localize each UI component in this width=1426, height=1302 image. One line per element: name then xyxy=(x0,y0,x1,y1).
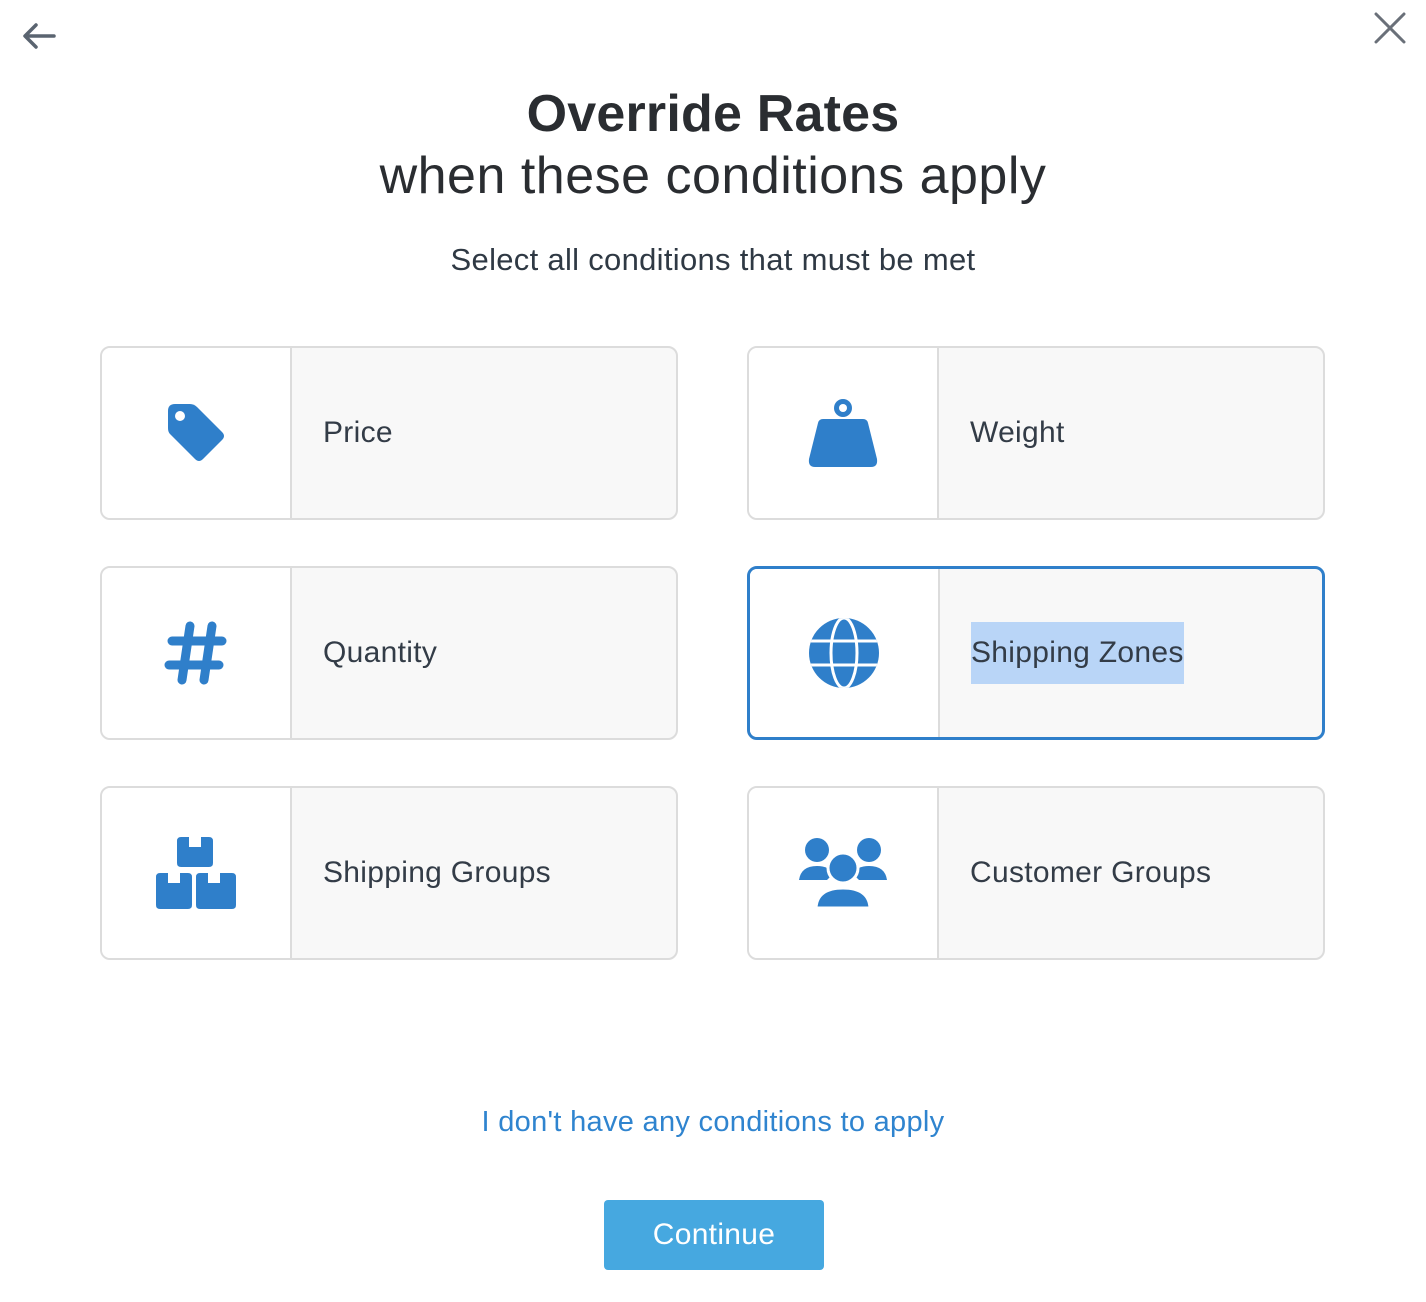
condition-card-shipping-groups[interactable]: Shipping Groups xyxy=(100,786,678,960)
card-label: Quantity xyxy=(323,636,438,669)
page-title: Override Rates xyxy=(526,85,900,143)
card-label: Shipping Groups xyxy=(323,856,551,889)
condition-card-weight[interactable]: Weight xyxy=(747,346,1325,520)
condition-card-price[interactable]: Price xyxy=(100,346,678,520)
card-icon-cell xyxy=(102,568,292,738)
close-button[interactable] xyxy=(1368,6,1412,50)
close-icon xyxy=(1374,12,1406,44)
condition-card-customer-groups[interactable]: Customer Groups xyxy=(747,786,1325,960)
card-label: Customer Groups xyxy=(970,856,1212,889)
card-label: Weight xyxy=(970,416,1065,449)
no-conditions-link[interactable]: I don't have any conditions to apply xyxy=(0,1106,1426,1139)
back-button[interactable] xyxy=(18,16,60,56)
weight-icon xyxy=(808,399,878,467)
condition-card-shipping-zones[interactable]: Shipping Zones xyxy=(747,566,1325,740)
users-icon xyxy=(799,838,887,910)
card-icon-cell xyxy=(749,788,939,958)
condition-card-quantity[interactable]: Quantity xyxy=(100,566,678,740)
instruction-text: Select all conditions that must be met xyxy=(450,242,976,277)
boxes-icon xyxy=(156,837,236,909)
hashtag-icon xyxy=(164,621,227,685)
card-icon-cell xyxy=(102,788,292,958)
card-icon-cell xyxy=(749,348,939,518)
card-icon-cell xyxy=(750,569,940,737)
globe-icon xyxy=(809,618,879,688)
arrow-left-icon xyxy=(23,23,56,49)
price-tag-icon xyxy=(168,404,224,461)
continue-button[interactable]: Continue xyxy=(604,1200,824,1270)
card-label: Shipping Zones xyxy=(971,622,1184,684)
card-icon-cell xyxy=(102,348,292,518)
page-subtitle: when these conditions apply xyxy=(379,147,1047,205)
card-label: Price xyxy=(323,416,393,449)
